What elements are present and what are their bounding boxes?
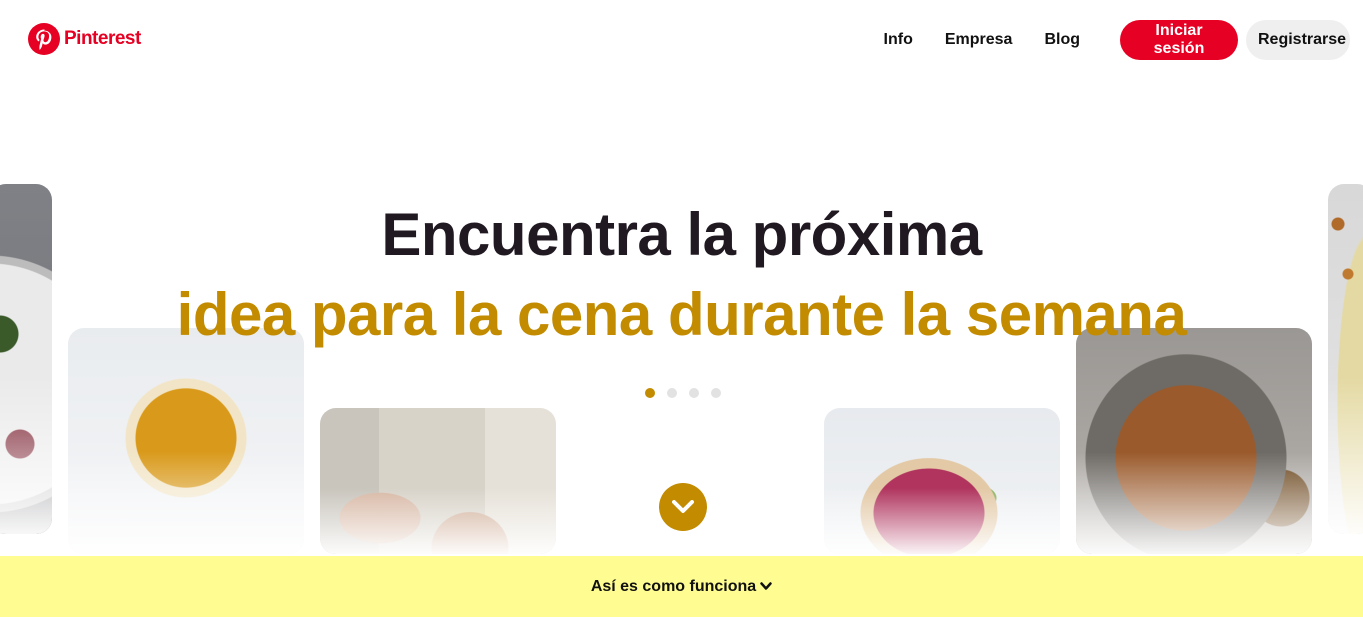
nav-link-info[interactable]: Info — [868, 31, 929, 49]
header: Pinterest Info Empresa Blog Iniciar sesi… — [0, 0, 1363, 80]
login-button[interactable]: Iniciar sesión — [1120, 20, 1238, 60]
chevron-down-icon — [760, 582, 772, 590]
hero-subtitle: idea para la cena durante la semana — [176, 281, 1187, 348]
hero-title: Encuentra la próxima — [381, 201, 982, 268]
pinterest-logo[interactable]: Pinterest — [28, 23, 141, 55]
how-it-works-label: Así es como funciona — [590, 577, 757, 595]
cooking-hands-image-card — [320, 408, 556, 554]
beet-toast-image-card — [824, 408, 1060, 554]
scroll-down-button[interactable] — [659, 483, 707, 531]
top-nav: Info Empresa Blog Iniciar sesión Registr… — [868, 0, 1350, 80]
carousel-dot-1[interactable] — [645, 388, 655, 398]
brand-name: Pinterest — [64, 28, 141, 49]
pinterest-logo-icon — [28, 23, 60, 55]
carousel-dot-4[interactable] — [711, 388, 721, 398]
roast-chicken-image-card — [1076, 328, 1312, 554]
soup-image-card — [68, 328, 304, 554]
how-it-works-bar[interactable]: Así es como funciona — [0, 556, 1363, 617]
chevron-down-icon — [672, 500, 694, 513]
carousel-dot-3[interactable] — [689, 388, 699, 398]
nav-link-blog[interactable]: Blog — [1028, 31, 1096, 49]
nav-link-empresa[interactable]: Empresa — [929, 31, 1029, 49]
carousel-dots — [645, 388, 721, 398]
signup-button[interactable]: Registrarse — [1246, 20, 1350, 60]
carousel-dot-2[interactable] — [667, 388, 677, 398]
